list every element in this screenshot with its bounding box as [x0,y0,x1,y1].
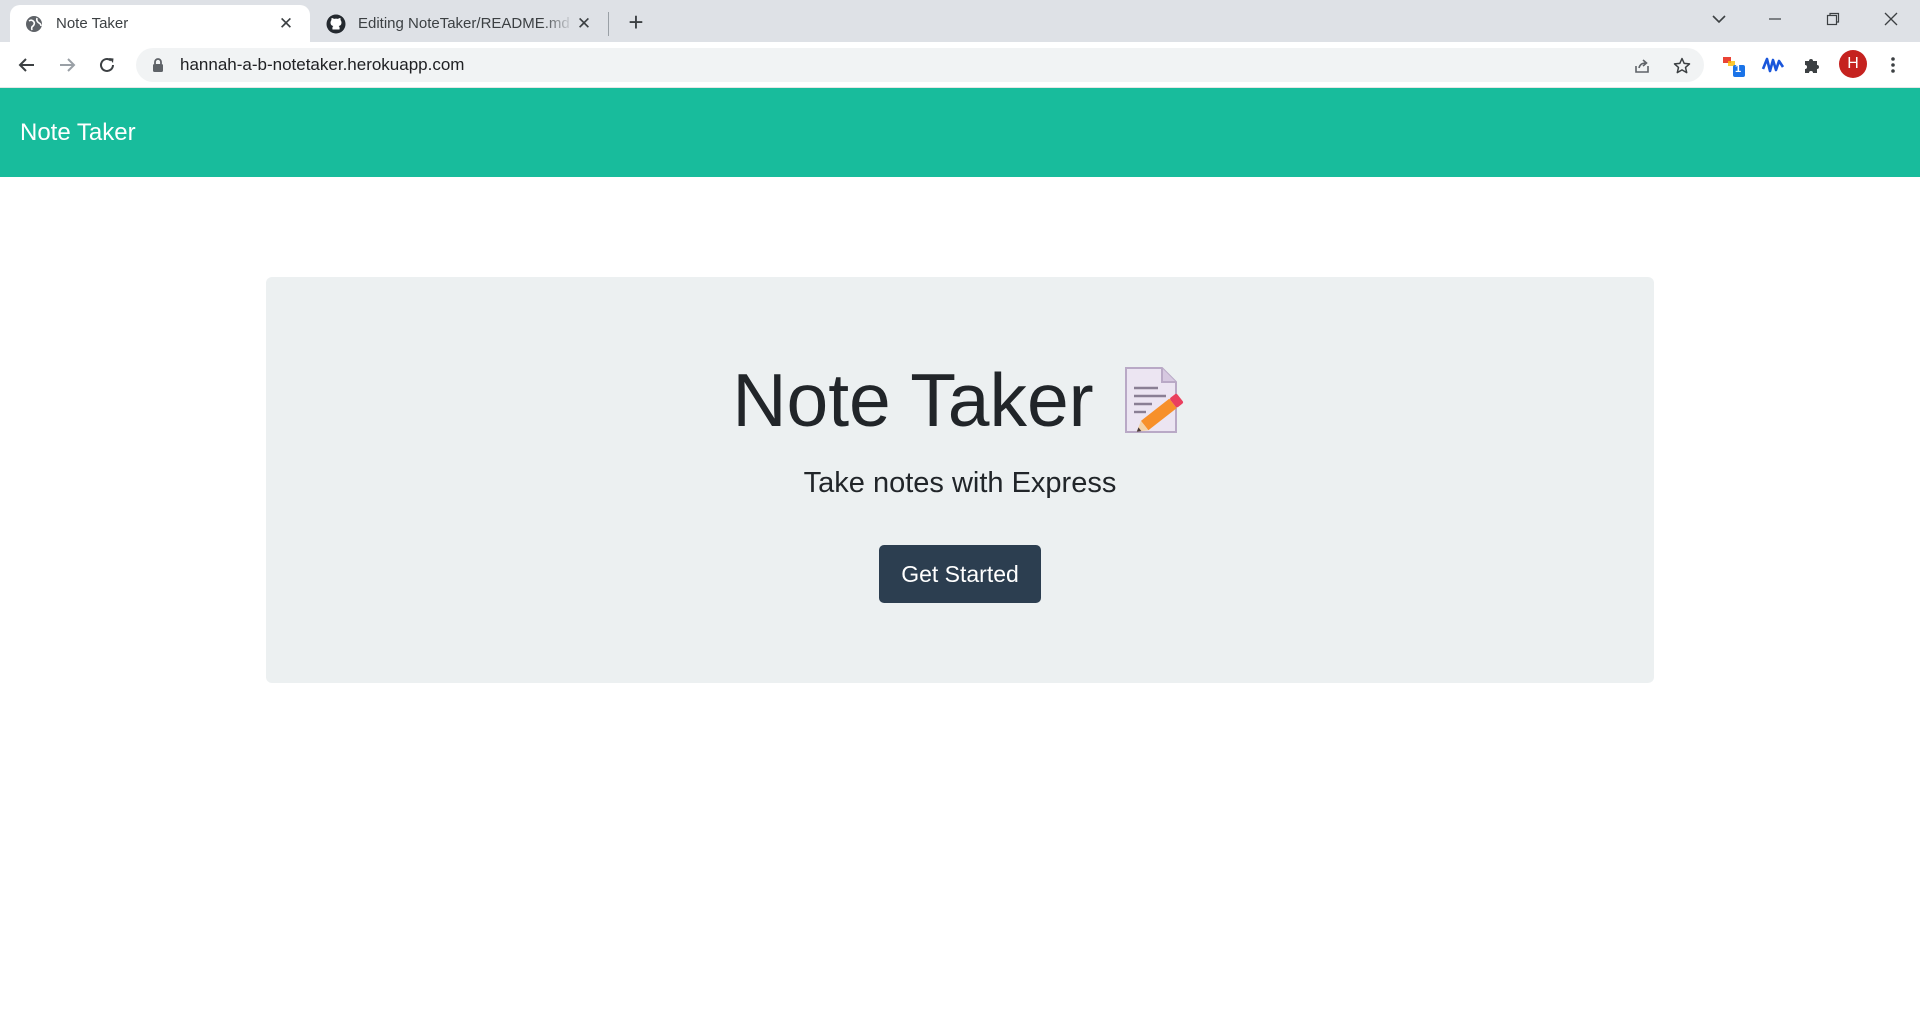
minimize-icon[interactable] [1752,0,1798,38]
navbar-brand[interactable]: Note Taker [20,119,136,147]
browser-menu-icon[interactable] [1878,50,1908,80]
address-bar[interactable]: hannah-a-b-notetaker.herokuapp.com [136,48,1704,82]
browser-toolbar: hannah-a-b-notetaker.herokuapp.com 1 H [0,42,1920,88]
github-icon [326,14,346,34]
site-navbar: Note Taker [0,88,1920,177]
get-started-button[interactable]: Get Started [879,545,1041,603]
tab-separator [608,12,609,36]
new-tab-button[interactable]: + [622,7,650,37]
tab-github-readme[interactable]: Editing NoteTaker/README.md at ✕ [312,5,608,42]
page-title-text: Note Taker [732,358,1094,442]
lock-icon[interactable] [150,57,166,73]
tab-note-taker[interactable]: Note Taker ✕ [10,5,310,42]
extension-badge: 1 [1735,63,1742,75]
tab-title: Editing NoteTaker/README.md at [358,15,574,32]
page-title: Note Taker [266,357,1654,443]
tab-search-icon[interactable] [1696,0,1742,38]
close-tab-icon[interactable]: ✕ [574,14,594,34]
globe-icon [24,14,44,34]
reload-icon[interactable] [92,50,122,80]
extensions-puzzle-icon[interactable] [1797,50,1827,80]
close-tab-icon[interactable]: ✕ [276,14,296,34]
url-text: hannah-a-b-notetaker.herokuapp.com [180,55,465,74]
memo-icon [1122,364,1188,436]
extension-translate-icon[interactable]: 1 [1718,50,1748,80]
share-icon[interactable] [1631,55,1653,77]
close-window-icon[interactable] [1868,0,1914,38]
restore-icon[interactable] [1810,0,1856,38]
hero-subtitle: Take notes with Express [803,467,1117,499]
profile-avatar[interactable]: H [1839,50,1867,78]
back-arrow-icon[interactable] [12,50,42,80]
browser-tab-strip: Note Taker ✕ Editing NoteTaker/README.md… [0,0,1920,42]
extension-wave-icon[interactable] [1758,50,1788,80]
tab-title: Note Taker [56,15,129,32]
hero-jumbotron: Note Taker Take notes with Express Get S… [266,277,1654,683]
bookmark-star-icon[interactable] [1671,55,1693,77]
forward-arrow-icon[interactable] [52,50,82,80]
